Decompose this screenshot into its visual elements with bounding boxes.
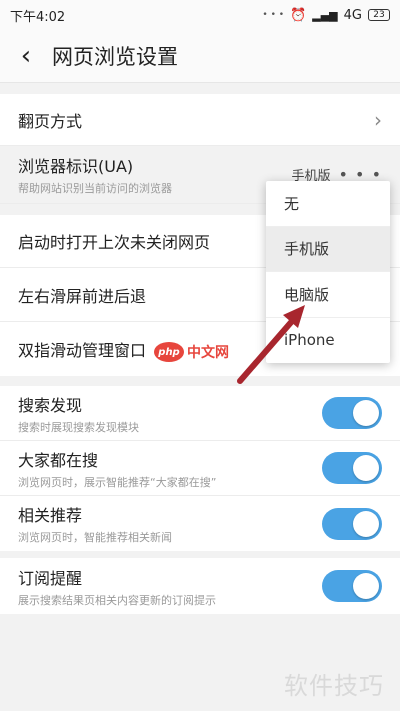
back-arrow-icon: ‹ xyxy=(20,41,32,71)
related-label: 相关推荐 xyxy=(18,506,83,525)
battery-icon: 23 xyxy=(368,9,390,21)
subscribe-toggle[interactable] xyxy=(322,570,382,602)
subscribe-row: 订阅提醒 展示搜索结果页相关内容更新的订阅提示 xyxy=(0,558,400,614)
ua-option-mobile[interactable]: 手机版 xyxy=(266,226,390,272)
alarm-icon: ⏰ xyxy=(290,7,307,23)
browser-ua-label: 浏览器标识(UA) xyxy=(18,157,134,176)
related-row: 相关推荐 浏览网页时，智能推荐相关新闻 xyxy=(0,496,400,551)
back-button[interactable]: ‹ xyxy=(0,30,52,82)
php-watermark-text: 中文网 xyxy=(187,345,229,361)
subscribe-desc: 展示搜索结果页相关内容更新的订阅提示 xyxy=(18,593,216,607)
settings-group-recommend: 搜索发现 搜索时展现搜索发现模块 大家都在搜 浏览网页时，展示智能推荐“大家都在… xyxy=(0,386,400,551)
php-badge-icon: php xyxy=(154,342,184,362)
page-turn-label: 翻页方式 xyxy=(18,111,83,131)
related-desc: 浏览网页时，智能推荐相关新闻 xyxy=(18,531,172,544)
chevron-right-icon: › xyxy=(374,107,382,132)
page-turn-row[interactable]: 翻页方式 › xyxy=(0,94,400,146)
browser-ua-desc: 帮助网站识别当前访问的浏览器 xyxy=(18,182,172,195)
everyone-search-row: 大家都在搜 浏览网页时，展示智能推荐“大家都在搜” xyxy=(0,441,400,496)
php-watermark: php 中文网 xyxy=(154,342,229,362)
status-icons: • • • ⏰ ▂▄▆ 4G 23 xyxy=(262,8,390,23)
settings-group-subscribe: 订阅提醒 展示搜索结果页相关内容更新的订阅提示 xyxy=(0,558,400,614)
search-discover-toggle[interactable] xyxy=(322,397,382,429)
ua-option-desktop[interactable]: 电脑版 xyxy=(266,272,390,318)
everyone-search-label: 大家都在搜 xyxy=(18,450,99,470)
search-discover-desc: 搜索时展现搜索发现模块 xyxy=(18,420,139,434)
ua-option-none[interactable]: 无 xyxy=(266,181,390,227)
signal-dots-icon: • • • xyxy=(262,10,285,20)
everyone-search-desc: 浏览网页时，展示智能推荐“大家都在搜” xyxy=(18,475,217,489)
search-discover-row: 搜索发现 搜索时展现搜索发现模块 xyxy=(0,386,400,441)
site-watermark: 软件技巧 xyxy=(284,672,384,700)
signal-bars-icon: ▂▄▆ xyxy=(312,8,338,22)
ua-option-iphone[interactable]: iPhone xyxy=(266,318,390,364)
related-toggle[interactable] xyxy=(322,507,382,540)
everyone-search-toggle[interactable] xyxy=(322,452,382,484)
status-time: 下午4:02 xyxy=(10,9,66,25)
page-title: 网页浏览设置 xyxy=(52,45,178,69)
status-bar: 下午4:02 • • • ⏰ ▂▄▆ 4G 23 xyxy=(0,0,400,30)
title-bar: ‹ 网页浏览设置 xyxy=(0,30,400,83)
network-type: 4G xyxy=(343,7,362,23)
ua-dropdown: 无 手机版 电脑版 iPhone xyxy=(266,181,390,363)
search-discover-label: 搜索发现 xyxy=(18,395,83,415)
subscribe-label: 订阅提醒 xyxy=(18,568,83,588)
